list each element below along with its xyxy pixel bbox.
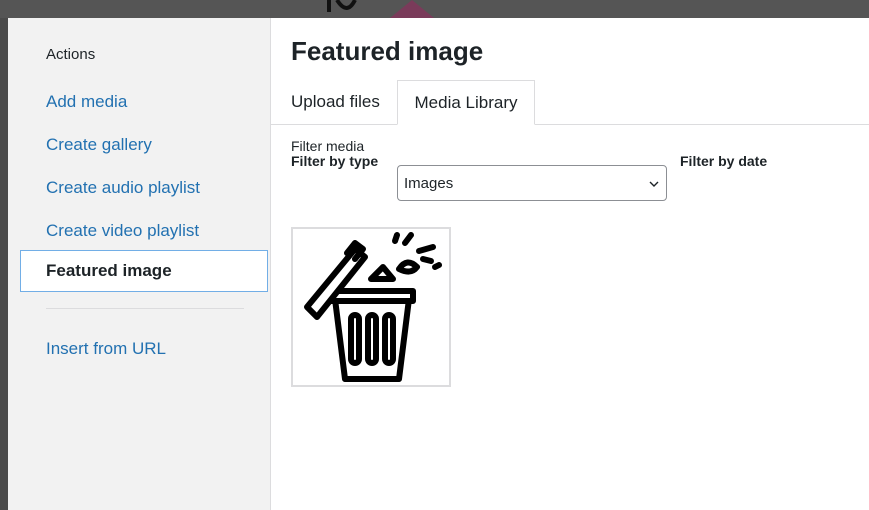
backdrop-image-fragment	[390, 0, 440, 18]
media-main: Featured image Upload files Media Librar…	[271, 18, 869, 510]
filter-type-label: Filter by type	[291, 153, 379, 169]
filter-type-select[interactable]: Images	[397, 165, 667, 201]
media-modal: Actions Add media Create gallery Create …	[8, 18, 869, 510]
backdrop-image-fragment	[325, 0, 365, 18]
sidebar-item-create-audio-playlist[interactable]: Create audio playlist	[46, 178, 200, 198]
page-title: Featured image	[291, 36, 484, 66]
sidebar-item-insert-from-url[interactable]: Insert from URL	[46, 339, 166, 359]
sidebar-separator	[46, 308, 244, 309]
filter-date-label: Filter by date	[680, 153, 768, 169]
filter-media-heading: Filter media	[291, 138, 365, 154]
tab-upload-files[interactable]: Upload files	[291, 80, 380, 124]
sidebar-item-featured-image[interactable]: Featured image	[20, 250, 268, 292]
sidebar-item-add-media[interactable]: Add media	[46, 92, 127, 112]
media-tabs: Upload files Media Library	[271, 80, 869, 125]
chevron-down-icon	[649, 181, 659, 187]
sidebar-heading: Actions	[46, 46, 96, 63]
media-sidebar: Actions Add media Create gallery Create …	[8, 18, 271, 510]
attachment-thumbnail[interactable]	[291, 227, 451, 387]
trash-can-icon	[304, 232, 442, 382]
tab-media-library[interactable]: Media Library	[397, 80, 535, 125]
sidebar-item-create-gallery[interactable]: Create gallery	[46, 135, 152, 155]
backdrop	[0, 0, 869, 18]
filter-type-value: Images	[404, 175, 454, 192]
sidebar-item-create-video-playlist[interactable]: Create video playlist	[46, 221, 199, 241]
